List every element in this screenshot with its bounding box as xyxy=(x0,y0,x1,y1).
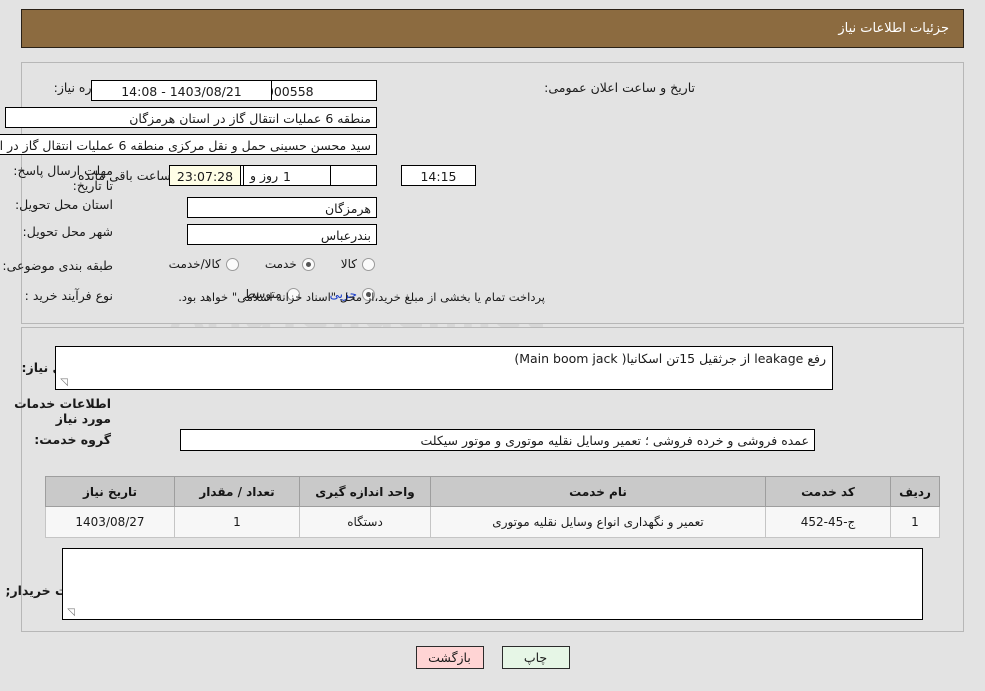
col-qty: تعداد / مقدار xyxy=(174,476,300,507)
table-header-row: ردیف کد خدمت نام خدمت واحد اندازه گیری ت… xyxy=(45,476,940,507)
announcement-datetime-value: 1403/08/21 - 14:08 xyxy=(91,80,272,101)
services-table: ردیف کد خدمت نام خدمت واحد اندازه گیری ت… xyxy=(45,476,940,538)
need-info-panel xyxy=(21,62,964,324)
purchase-process-note: پرداخت تمام یا بخشی از مبلغ خرید،از محل … xyxy=(178,290,545,304)
delivery-city-value: بندرعباس xyxy=(187,224,377,245)
days-label: روز و xyxy=(250,168,279,183)
general-description-value[interactable]: رفع leakage از جرثقیل 15تن اسکانیا( Main… xyxy=(55,346,833,390)
cell-unit: دستگاه xyxy=(299,506,431,538)
cell-date: 1403/08/27 xyxy=(45,506,175,538)
col-index: ردیف xyxy=(890,476,940,507)
resize-grip-icon-notes[interactable]: ◹ xyxy=(65,608,75,618)
countdown-value: 23:07:28 xyxy=(169,165,241,186)
resize-grip-icon[interactable]: ◹ xyxy=(58,378,68,388)
general-description-text: رفع leakage از جرثقیل 15تن اسکانیا( Main… xyxy=(514,351,826,366)
remaining-hours-label: ساعت باقی مانده xyxy=(78,168,171,183)
service-group-label: گروه خدمت: xyxy=(34,432,111,447)
radio-kala-khedmat-label: کالا/خدمت xyxy=(168,257,221,271)
subject-category-radios: کالا خدمت کالا/خدمت xyxy=(169,257,375,271)
buyer-organisation-value: منطقه 6 عملیات انتقال گاز در استان هرمزگ… xyxy=(5,107,377,128)
announcement-datetime-label: تاریخ و ساعت اعلان عمومی: xyxy=(544,80,695,95)
radio-option-kala[interactable]: کالا xyxy=(341,257,375,271)
services-section-title: اطلاعات خدمات مورد نیاز xyxy=(14,396,111,426)
radio-kala-label: کالا xyxy=(340,257,357,271)
deadline-time-value: 14:15 xyxy=(401,165,476,186)
delivery-province-value: هرمزگان xyxy=(187,197,377,218)
page-root: AriaTender.net جزئیات اطلاعات نیاز شماره… xyxy=(0,0,985,691)
radio-khedmat-icon[interactable] xyxy=(301,257,315,271)
buyer-notes-value[interactable]: ◹ xyxy=(62,548,923,620)
col-unit: واحد اندازه گیری xyxy=(299,476,431,507)
purchase-process-label: نوع فرآیند خرید : xyxy=(24,288,113,303)
cell-code: ج-45-452 xyxy=(765,506,891,538)
delivery-city-label: شهر محل تحویل: xyxy=(22,224,113,239)
col-code: کد خدمت xyxy=(765,476,891,507)
cell-qty: 1 xyxy=(174,506,300,538)
radio-option-kala-khedmat[interactable]: کالا/خدمت xyxy=(169,257,239,271)
cell-index: 1 xyxy=(890,506,940,538)
radio-kala-icon[interactable] xyxy=(362,257,375,271)
action-button-bar: چاپ بازگشت xyxy=(0,646,985,669)
radio-option-khedmat[interactable]: خدمت xyxy=(265,257,315,271)
back-button[interactable]: بازگشت xyxy=(415,646,484,669)
radio-kala-khedmat-icon[interactable] xyxy=(225,257,239,271)
page-title-bar: جزئیات اطلاعات نیاز xyxy=(21,9,964,48)
col-name: نام خدمت xyxy=(430,476,766,507)
col-date: تاریخ نیاز xyxy=(45,476,175,507)
radio-khedmat-label: خدمت xyxy=(264,257,297,271)
page-title: جزئیات اطلاعات نیاز xyxy=(838,21,949,36)
table-row: 1 ج-45-452 تعمیر و نگهداری انواع وسایل ن… xyxy=(45,506,940,538)
print-button[interactable]: چاپ xyxy=(501,646,570,669)
cell-name: تعمیر و نگهداری انواع وسایل نقلیه موتوری xyxy=(430,506,766,538)
service-group-value: عمده فروشی و خرده فروشی ؛ تعمیر وسایل نق… xyxy=(180,429,815,451)
subject-category-label: طبقه بندی موضوعی: xyxy=(2,258,113,273)
delivery-province-label: استان محل تحویل: xyxy=(14,197,113,212)
requester-value: سید محسن حسینی حمل و نقل مرکزی منطقه 6 ع… xyxy=(0,134,377,155)
